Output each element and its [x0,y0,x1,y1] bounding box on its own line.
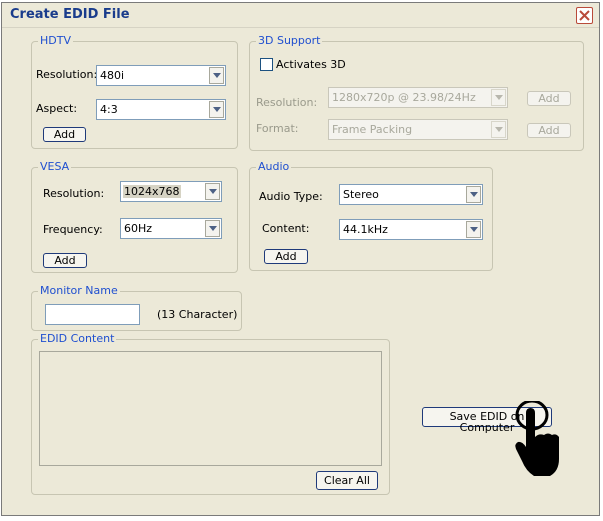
window-title: Create EDID File [10,7,130,22]
audio-content-value: 44.1kHz [343,223,388,236]
vesa-group: VESA Resolution: 1024x768 Frequency: 60H… [31,161,238,273]
clear-all-button[interactable]: Clear All [316,471,378,490]
monitor-name-legend: Monitor Name [38,284,120,297]
close-icon [579,10,590,21]
audio-type-select[interactable]: Stereo [339,184,483,205]
audio-content-label: Content: [262,222,310,235]
hdtv-resolution-label: Resolution: [36,68,98,81]
hdtv-group: HDTV Resolution: 480i Aspect: 4:3 Add [31,35,238,149]
activate-3d-label: Activates 3D [276,58,346,71]
3d-format-add-button[interactable]: Add [527,123,571,138]
monitor-name-hint: (13 Character) [157,308,238,321]
vesa-legend: VESA [38,160,72,173]
hdtv-resolution-select[interactable]: 480i [96,65,226,86]
audio-legend: Audio [256,160,292,173]
title-bar: Create EDID File [2,3,599,28]
edid-content-group: EDID Content Clear All [31,333,390,495]
dropdown-arrow-icon[interactable] [491,121,506,138]
audio-add-button[interactable]: Add [264,249,308,264]
edid-content-textarea[interactable] [39,351,382,466]
close-button[interactable] [576,7,593,24]
vesa-resolution-select[interactable]: 1024x768 [120,181,222,202]
vesa-frequency-value: 60Hz [124,222,153,235]
vesa-resolution-value: 1024x768 [123,185,181,198]
dropdown-arrow-icon[interactable] [209,101,224,118]
3d-resolution-label: Resolution: [256,96,318,109]
dropdown-arrow-icon[interactable] [209,67,224,84]
3d-support-group: 3D Support Activates 3D Resolution: 1280… [249,35,584,151]
audio-type-label: Audio Type: [259,190,323,203]
3d-format-select[interactable]: Frame Packing [328,119,508,140]
vesa-add-button[interactable]: Add [43,253,87,268]
dropdown-arrow-icon[interactable] [491,89,506,106]
3d-resolution-select[interactable]: 1280x720p @ 23.98/24Hz [328,87,508,108]
3d-format-label: Format: [256,122,299,135]
hand-pointer-icon [515,401,559,476]
hdtv-aspect-select[interactable]: 4:3 [96,99,226,120]
3d-resolution-add-button[interactable]: Add [527,91,571,106]
hdtv-add-button[interactable]: Add [43,127,86,142]
dropdown-arrow-icon[interactable] [466,221,481,238]
hdtv-resolution-value: 480i [100,69,125,82]
vesa-resolution-label: Resolution: [43,187,105,200]
dropdown-arrow-icon[interactable] [205,183,220,200]
edid-content-legend: EDID Content [38,332,117,345]
monitor-name-group: Monitor Name (13 Character) [31,285,242,331]
activate-3d-checkbox[interactable] [260,58,273,71]
audio-type-value: Stereo [343,188,379,201]
vesa-frequency-select[interactable]: 60Hz [120,218,222,239]
3d-format-value: Frame Packing [332,123,413,136]
monitor-name-input[interactable] [45,304,140,325]
dropdown-arrow-icon[interactable] [466,186,481,203]
hdtv-aspect-value: 4:3 [100,103,118,116]
3d-resolution-value: 1280x720p @ 23.98/24Hz [332,91,476,104]
dropdown-arrow-icon[interactable] [205,220,220,237]
3d-support-legend: 3D Support [256,34,323,47]
audio-group: Audio Audio Type: Stereo Content: 44.1kH… [249,161,493,271]
vesa-frequency-label: Frequency: [43,223,103,236]
create-edid-dialog: Create EDID File HDTV Resolution: 480i A… [1,2,600,516]
audio-content-select[interactable]: 44.1kHz [339,219,483,240]
hdtv-legend: HDTV [38,34,73,47]
hdtv-aspect-label: Aspect: [36,102,78,115]
